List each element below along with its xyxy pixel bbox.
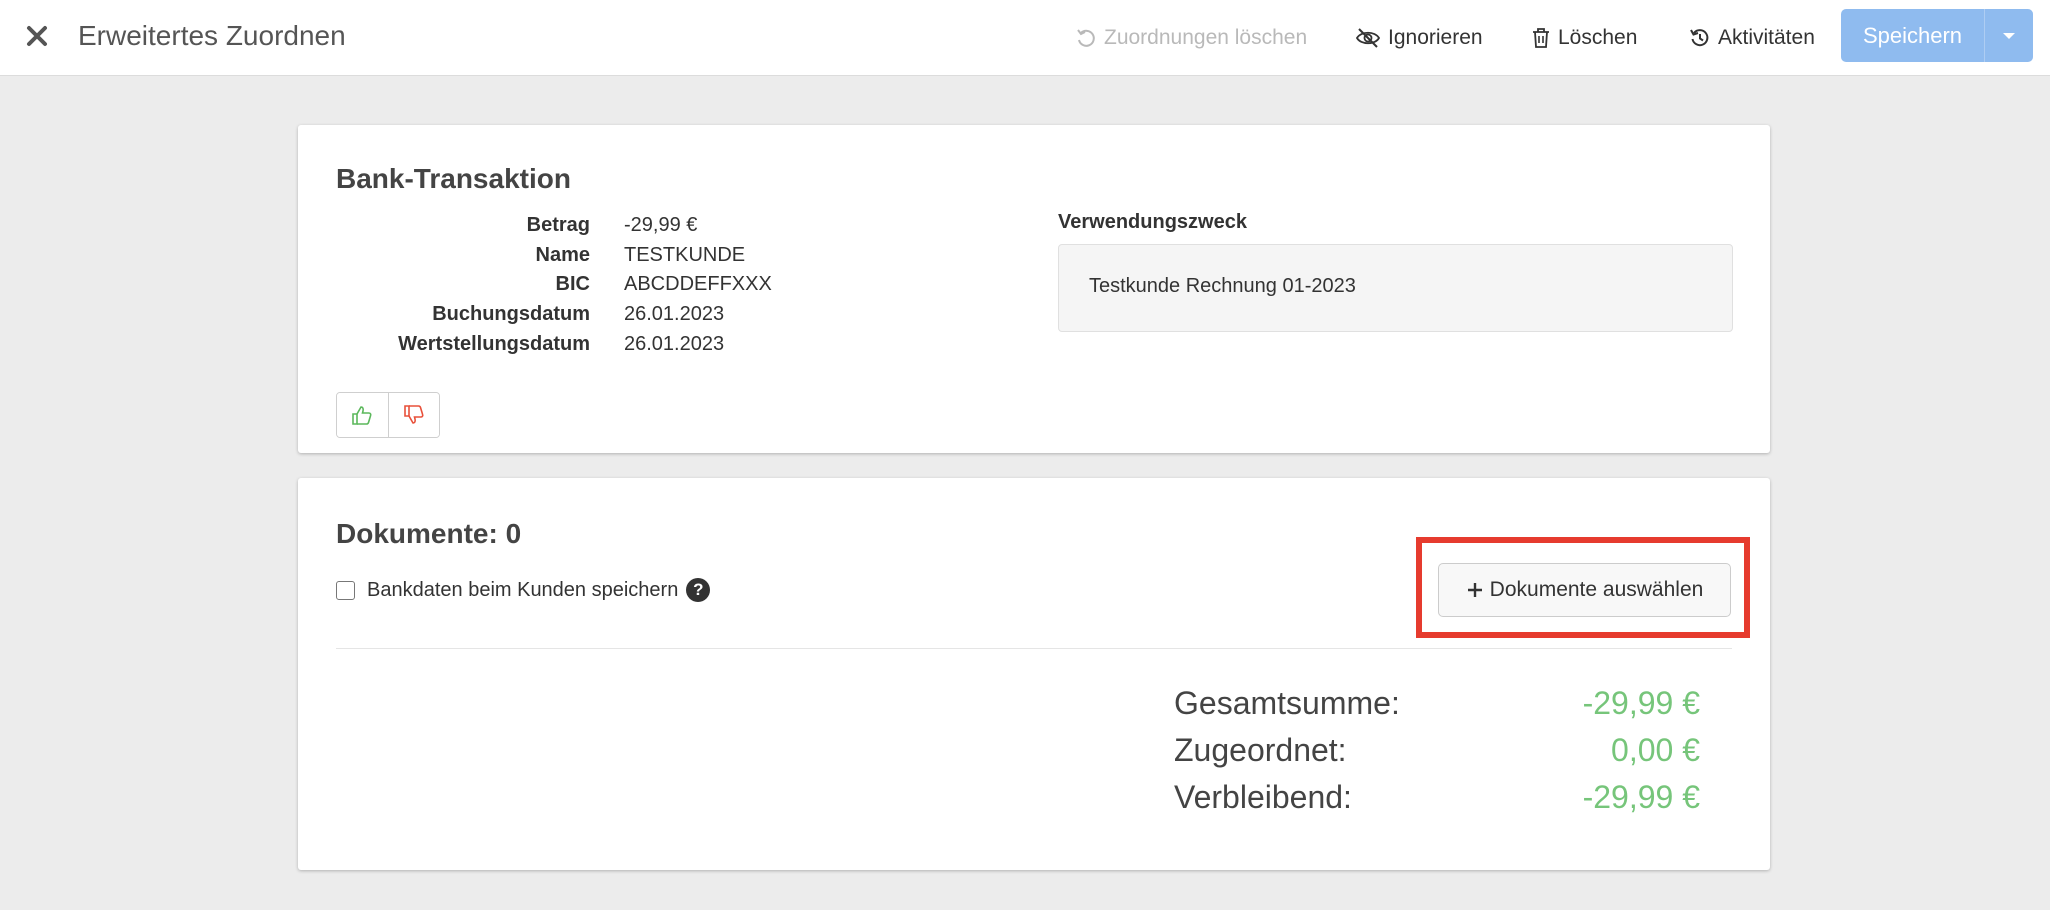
bank-transaction-card: Bank-Transaktion Betrag -29,99 € Name TE… (298, 125, 1770, 453)
chevron-down-icon (2003, 32, 2015, 39)
field-label-value-date: Wertstellungsdatum (398, 333, 590, 355)
field-label-booking-date: Buchungsdatum (432, 303, 590, 325)
save-button-group: Speichern (1841, 9, 2033, 62)
purpose-box: Testkunde Rechnung 01-2023 (1058, 244, 1733, 332)
purpose-value: Testkunde Rechnung 01-2023 (1089, 275, 1356, 297)
eye-slash-icon (1355, 28, 1381, 48)
select-documents-button[interactable]: Dokumente auswählen (1438, 563, 1731, 617)
ignore-label: Ignorieren (1388, 26, 1483, 49)
save-button[interactable]: Speichern (1841, 9, 1984, 62)
clear-assignments-label: Zuordnungen löschen (1104, 26, 1308, 49)
assigned-value: 0,00 € (1611, 732, 1700, 768)
save-bank-data-label: Bankdaten beim Kunden speichern (367, 578, 679, 601)
save-bank-data-row: Bankdaten beim Kunden speichern ? (336, 578, 711, 602)
thumbs-down-button[interactable] (387, 393, 439, 437)
ignore-button[interactable]: Ignorieren (1355, 20, 1483, 56)
activities-button[interactable]: Aktivitäten (1689, 20, 1815, 56)
bank-transaction-title: Bank-Transaktion (336, 163, 571, 194)
remaining-label: Verbleibend: (1174, 779, 1352, 815)
purpose-label: Verwendungszweck (1058, 211, 1247, 233)
page-title: Erweitertes Zuordnen (78, 20, 346, 51)
top-bar: Erweitertes Zuordnen Zuordnungen löschen… (0, 0, 2050, 76)
undo-icon (1077, 29, 1095, 47)
activities-label: Aktivitäten (1718, 26, 1815, 49)
thumbs-down-icon (404, 405, 424, 424)
thumbs-up-button[interactable] (337, 393, 388, 437)
thumbs-up-icon (352, 406, 373, 425)
assigned-label: Zugeordnet: (1174, 732, 1347, 768)
field-value-amount: -29,99 € (624, 214, 698, 236)
documents-title: Dokumente: 0 (336, 518, 522, 549)
trash-icon (1533, 28, 1549, 48)
save-dropdown-toggle[interactable] (1984, 9, 2033, 62)
field-value-value-date: 26.01.2023 (624, 333, 725, 355)
total-value: -29,99 € (1582, 685, 1700, 721)
documents-card: Dokumente: 0 Bankdaten beim Kunden speic… (298, 478, 1770, 870)
select-documents-label: Dokumente auswählen (1489, 578, 1704, 601)
delete-button[interactable]: Löschen (1531, 20, 1637, 56)
field-value-bic: ABCDDEFFXXX (624, 273, 772, 295)
field-value-name: TESTKUNDE (624, 244, 746, 266)
delete-label: Löschen (1558, 26, 1638, 49)
plus-icon (1467, 583, 1482, 597)
field-label-name: Name (535, 244, 590, 266)
feedback-button-group (336, 392, 440, 438)
field-value-booking-date: 26.01.2023 (624, 303, 725, 325)
question-circle-icon[interactable]: ? (686, 578, 711, 602)
divider (336, 648, 1732, 649)
field-label-amount: Betrag (526, 214, 590, 236)
save-bank-data-checkbox[interactable] (336, 580, 355, 600)
history-icon (1690, 29, 1709, 47)
close-icon[interactable] (20, 16, 54, 56)
total-label: Gesamtsumme: (1174, 685, 1400, 721)
remaining-value: -29,99 € (1582, 779, 1700, 815)
clear-assignments-button[interactable]: Zuordnungen löschen (1075, 20, 1307, 56)
field-label-bic: BIC (555, 273, 590, 295)
